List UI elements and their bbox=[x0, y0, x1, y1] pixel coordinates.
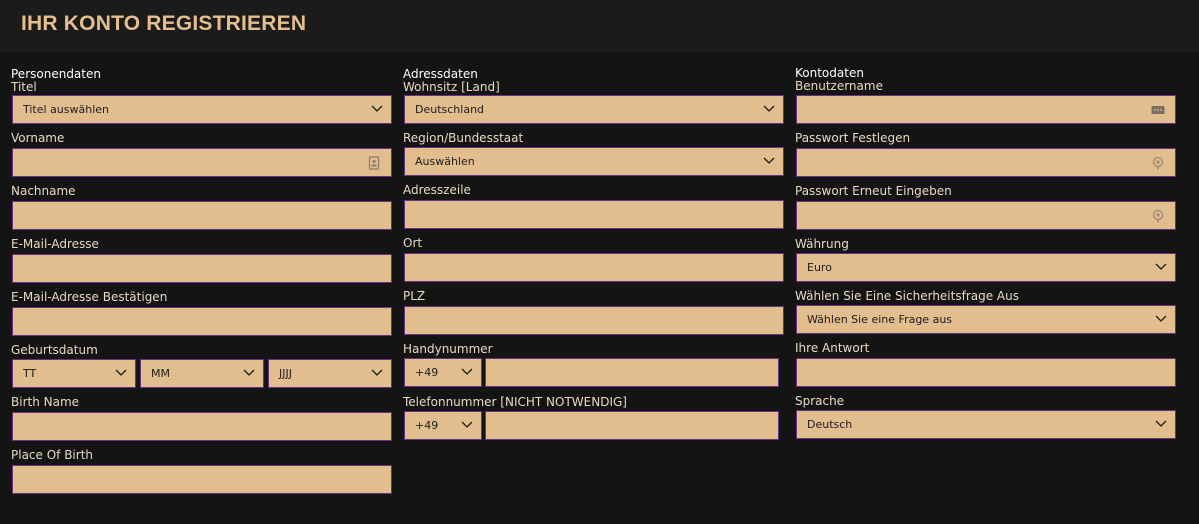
answer-input[interactable] bbox=[796, 358, 1176, 387]
page-header: IHR KONTO REGISTRIEREN bbox=[0, 0, 1199, 52]
password-label: Passwort Festlegen bbox=[795, 131, 911, 145]
title-select-value: Titel auswählen bbox=[23, 103, 110, 116]
country-select[interactable]: Deutschland bbox=[404, 95, 784, 124]
birth-year-select[interactable]: JJJJ bbox=[268, 359, 392, 388]
chevron-down-icon bbox=[1155, 420, 1167, 427]
birth-month-value: MM bbox=[151, 367, 170, 380]
title-label: Titel bbox=[11, 80, 37, 94]
chevron-down-icon bbox=[1155, 315, 1167, 322]
chevron-down-icon bbox=[763, 105, 775, 112]
key-icon bbox=[1152, 209, 1164, 223]
place-of-birth-input[interactable] bbox=[12, 465, 392, 494]
region-select[interactable]: Auswählen bbox=[404, 147, 784, 176]
zip-input[interactable] bbox=[404, 306, 784, 335]
currency-select[interactable]: Euro bbox=[796, 253, 1176, 282]
region-label: Region/Bundesstaat bbox=[403, 131, 524, 145]
language-select[interactable]: Deutsch bbox=[796, 410, 1176, 439]
email-label: E-Mail-Adresse bbox=[11, 237, 99, 251]
birth-year-value: JJJJ bbox=[279, 367, 292, 380]
currency-label: Währung bbox=[795, 237, 849, 251]
page-title: IHR KONTO REGISTRIEREN bbox=[21, 12, 307, 35]
city-input[interactable] bbox=[404, 253, 784, 282]
section-title-personal: Personendaten bbox=[11, 67, 101, 81]
chevron-down-icon bbox=[243, 369, 255, 376]
email-confirm-input[interactable] bbox=[12, 307, 392, 336]
more-dots-icon bbox=[1151, 106, 1165, 114]
country-label: Wohnsitz [Land] bbox=[403, 80, 500, 94]
zip-label: PLZ bbox=[403, 289, 426, 303]
city-label: Ort bbox=[403, 236, 423, 250]
birthdate-label: Geburtsdatum bbox=[11, 343, 98, 357]
password-confirm-input[interactable] bbox=[796, 201, 1176, 230]
phone-prefix-select[interactable]: +49 bbox=[404, 411, 482, 440]
last-name-label: Nachname bbox=[11, 184, 76, 198]
first-name-label: Vorname bbox=[11, 131, 65, 145]
birth-name-input[interactable] bbox=[12, 412, 392, 441]
birth-month-select[interactable]: MM bbox=[140, 359, 264, 388]
place-of-birth-label: Place Of Birth bbox=[11, 448, 94, 462]
phone-number-input[interactable] bbox=[485, 411, 779, 440]
security-question-value: Wählen Sie eine Frage aus bbox=[807, 313, 953, 326]
chevron-down-icon bbox=[763, 157, 775, 164]
email-input[interactable] bbox=[12, 254, 392, 283]
chevron-down-icon bbox=[1155, 263, 1167, 270]
first-name-input[interactable] bbox=[12, 148, 392, 177]
language-label: Sprache bbox=[795, 394, 845, 408]
security-question-select[interactable]: Wählen Sie eine Frage aus bbox=[796, 305, 1176, 334]
section-title-account: Kontodaten bbox=[795, 66, 864, 80]
chevron-down-icon bbox=[371, 105, 383, 112]
phone-label: Telefonnummer [NICHT NOTWENDIG] bbox=[403, 395, 627, 409]
username-input[interactable] bbox=[796, 95, 1176, 124]
chevron-down-icon bbox=[461, 368, 473, 375]
contact-card-icon bbox=[368, 156, 380, 170]
mobile-prefix-select[interactable]: +49 bbox=[404, 358, 482, 387]
security-question-label: Wählen Sie Eine Sicherheitsfrage Aus bbox=[795, 289, 1019, 303]
language-select-value: Deutsch bbox=[807, 418, 853, 431]
country-select-value: Deutschland bbox=[415, 103, 485, 116]
title-select[interactable]: Titel auswählen bbox=[12, 95, 392, 124]
answer-label: Ihre Antwort bbox=[795, 341, 870, 355]
currency-select-value: Euro bbox=[807, 261, 832, 274]
chevron-down-icon bbox=[461, 421, 473, 428]
mobile-prefix-value: +49 bbox=[415, 366, 439, 379]
key-icon bbox=[1152, 156, 1164, 170]
address-line-input[interactable] bbox=[404, 200, 784, 229]
mobile-label: Handynummer bbox=[403, 342, 493, 356]
birth-day-select[interactable]: TT bbox=[12, 359, 136, 388]
email-confirm-label: E-Mail-Adresse Bestätigen bbox=[11, 290, 168, 304]
address-line-label: Adresszeile bbox=[403, 183, 471, 197]
section-title-address: Adressdaten bbox=[403, 67, 478, 81]
chevron-down-icon bbox=[115, 369, 127, 376]
password-confirm-label: Passwort Erneut Eingeben bbox=[795, 184, 952, 198]
birth-day-value: TT bbox=[23, 367, 37, 380]
birth-name-label: Birth Name bbox=[11, 395, 80, 409]
username-label: Benutzername bbox=[795, 79, 883, 93]
region-select-value: Auswählen bbox=[415, 155, 475, 168]
chevron-down-icon bbox=[371, 369, 383, 376]
last-name-input[interactable] bbox=[12, 201, 392, 230]
mobile-number-input[interactable] bbox=[485, 358, 779, 387]
password-input[interactable] bbox=[796, 148, 1176, 177]
phone-prefix-value: +49 bbox=[415, 419, 439, 432]
